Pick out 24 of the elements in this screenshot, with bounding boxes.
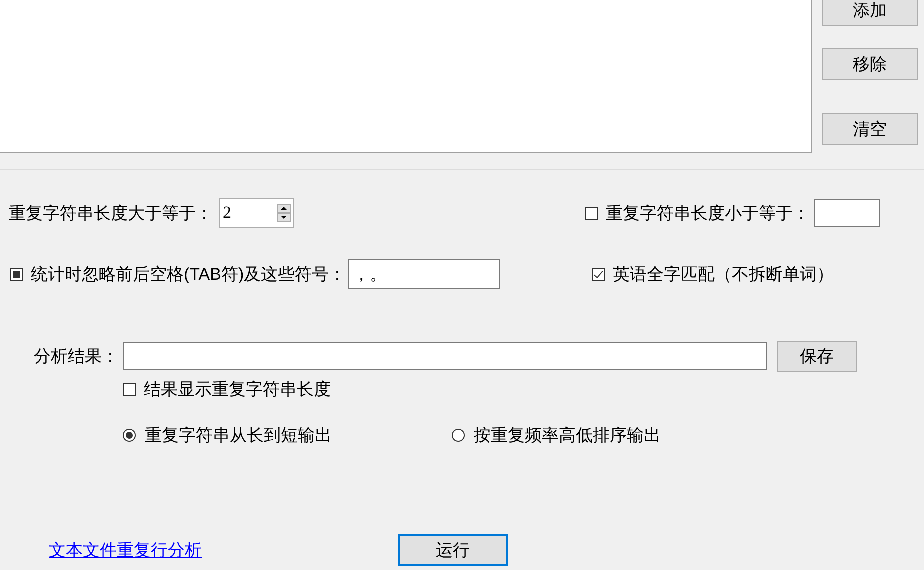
list-button[interactable]: 添加 — [822, 0, 918, 26]
checkbox[interactable] — [123, 382, 136, 396]
radio-button[interactable] — [452, 428, 465, 442]
whole-word-label: 英语全字匹配（不拆断单词） — [613, 264, 834, 286]
min-length-label: 重复字符串长度大于等于： — [9, 202, 213, 224]
list-button[interactable]: 移除 — [822, 48, 918, 80]
save-button[interactable]: 保存 — [777, 340, 857, 372]
result-label: 分析结果： — [34, 346, 119, 368]
sort-option-label: 重复字符串从长到短输出 — [145, 424, 332, 446]
list-button[interactable]: 清空 — [822, 113, 918, 145]
analysis-link[interactable]: 文本文件重复行分析 — [49, 538, 202, 562]
sort-option-label: 按重复频率高低排序输出 — [474, 424, 661, 446]
max-length-field[interactable] — [814, 199, 880, 227]
symbols-field[interactable]: ，。 — [348, 259, 500, 289]
max-length-label: 重复字符串长度小于等于： — [606, 202, 810, 224]
checkbox[interactable] — [10, 268, 23, 280]
radio-button[interactable] — [123, 428, 136, 442]
run-button[interactable]: 运行 — [398, 534, 508, 566]
result-field[interactable] — [123, 342, 767, 370]
checkbox[interactable] — [585, 206, 598, 220]
checkbox[interactable] — [592, 268, 605, 280]
ignore-symbols-label: 统计时忽略前后空格(TAB符)及这些符号： — [31, 264, 346, 286]
min-length-spinner[interactable]: 2 — [219, 198, 294, 228]
show-length-label: 结果显示重复字符串长度 — [144, 378, 331, 400]
